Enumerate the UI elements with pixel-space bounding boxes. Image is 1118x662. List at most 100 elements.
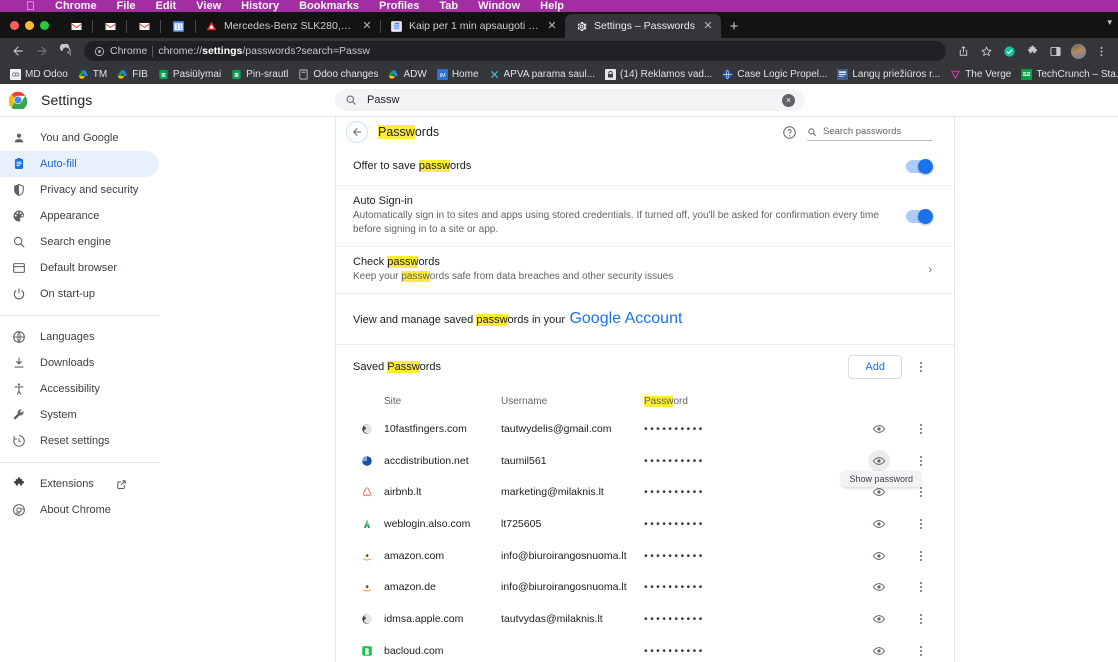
sidebar-item-privacy-and-security[interactable]: Privacy and security <box>0 177 159 203</box>
menu-item-chrome[interactable]: Chrome <box>55 1 97 12</box>
show-password-icon[interactable] <box>868 418 890 440</box>
show-password-icon[interactable] <box>868 513 890 535</box>
row-more-icon[interactable] <box>910 418 932 440</box>
menu-item-edit[interactable]: Edit <box>156 1 177 12</box>
sidebar-item-system[interactable]: System <box>0 402 159 428</box>
row-more-icon[interactable] <box>910 608 932 630</box>
close-window-button[interactable] <box>10 21 19 30</box>
menu-item-history[interactable]: History <box>241 1 279 12</box>
side-panel-icon[interactable] <box>1044 40 1066 62</box>
globe-dark-icon <box>361 423 373 435</box>
row-more-icon[interactable] <box>910 513 932 535</box>
saved-passwords-more-icon[interactable] <box>910 356 932 378</box>
sidebar-item-search-engine[interactable]: Search engine <box>0 229 159 255</box>
close-icon[interactable]: ✕ <box>701 19 715 33</box>
bookmark-langu-prieziura[interactable]: Langų priežiūros r... <box>833 67 944 82</box>
row-more-icon[interactable] <box>910 640 932 662</box>
apple-menu-icon[interactable]:  <box>26 1 35 12</box>
bookmark-md-odoo[interactable]: MD Odoo <box>6 67 72 82</box>
menu-item-window[interactable]: Window <box>478 1 520 12</box>
sidebar-item-you-and-google[interactable]: You and Google <box>0 125 159 151</box>
sidebar-item-languages[interactable]: Languages <box>0 324 159 350</box>
window-traffic-lights <box>8 12 59 38</box>
pinned-tabs: 31 <box>59 12 195 38</box>
show-password-icon[interactable] <box>868 640 890 662</box>
sidebar-item-default-browser[interactable]: Default browser <box>0 255 159 281</box>
minimize-window-button[interactable] <box>25 21 34 30</box>
auto-signin-toggle[interactable] <box>906 210 932 223</box>
sidebar-item-reset-settings[interactable]: Reset settings <box>0 428 159 454</box>
svg-text:IM: IM <box>439 72 446 78</box>
offer-to-save-toggle[interactable] <box>906 160 932 173</box>
tab-search-icon[interactable]: ▾ <box>1107 17 1112 28</box>
bookmark-case-logic[interactable]: Case Logic Propel... <box>718 67 831 82</box>
close-icon[interactable]: ✕ <box>545 19 559 33</box>
bookmark-pasiulymai[interactable]: Pasiūlymai <box>154 67 225 82</box>
bookmark-label: ADW <box>403 69 426 80</box>
menu-item-view[interactable]: View <box>196 1 221 12</box>
profile-avatar[interactable] <box>1067 40 1089 62</box>
gmail-pinned-tab-2[interactable] <box>93 14 127 38</box>
tab-article[interactable]: Kaip per 1 min apsaugoti savo ✕ <box>380 14 565 38</box>
menu-item-file[interactable]: File <box>117 1 136 12</box>
grammarly-extension-icon[interactable] <box>998 40 1020 62</box>
tab-settings-passwords[interactable]: Settings – Passwords ✕ <box>565 14 721 38</box>
table-row: bacloud.com •••••••••• <box>353 635 932 662</box>
back-button[interactable] <box>6 39 30 63</box>
menu-item-help[interactable]: Help <box>540 1 564 12</box>
sidebar-item-label: Languages <box>40 331 94 343</box>
sidebar-item-about-chrome[interactable]: About Chrome <box>0 497 159 523</box>
new-tab-button[interactable]: + <box>721 14 747 38</box>
tab-mercedes[interactable]: Mercedes-Benz SLK280, 3.0 l ✕ <box>195 14 380 38</box>
sidebar-item-auto-fill[interactable]: Auto-fill <box>0 151 159 177</box>
bookmark-pin-srautl[interactable]: Pin-srautl <box>227 67 292 82</box>
show-password-icon[interactable] <box>868 576 890 598</box>
row-more-icon[interactable] <box>910 576 932 598</box>
menu-item-bookmarks[interactable]: Bookmarks <box>299 1 359 12</box>
show-password-icon[interactable] <box>868 608 890 630</box>
bookmark-tm[interactable]: TM <box>74 67 111 82</box>
bookmark-home[interactable]: IM Home <box>433 67 483 82</box>
check-passwords-row[interactable]: Check passwords Keep your passwords safe… <box>336 247 954 294</box>
help-icon[interactable] <box>781 124 797 140</box>
sidebar-item-extensions[interactable]: Extensions <box>0 471 159 497</box>
sidebar-item-downloads[interactable]: Downloads <box>0 350 159 376</box>
forward-button[interactable] <box>30 39 54 63</box>
search-passwords-input[interactable]: Search passwords <box>807 124 932 141</box>
google-account-link[interactable]: Google Account <box>569 310 682 327</box>
row-more-icon[interactable] <box>910 545 932 567</box>
bookmark-odoo-changes[interactable]: Odoo changes <box>294 67 382 82</box>
address-bar[interactable]: Chrome chrome://settings/passwords?searc… <box>84 41 946 61</box>
bookmark-techcrunch[interactable]: TechCrunch – Sta... <box>1017 67 1118 82</box>
sidebar-item-accessibility[interactable]: Accessibility <box>0 376 159 402</box>
close-icon[interactable]: ✕ <box>360 19 374 33</box>
bookmark-the-verge[interactable]: The Verge <box>946 67 1015 82</box>
menu-item-tab[interactable]: Tab <box>439 1 458 12</box>
bookmark-fib[interactable]: FIB <box>113 67 152 82</box>
maximize-window-button[interactable] <box>40 21 49 30</box>
sidebar-item-appearance[interactable]: Appearance <box>0 203 159 229</box>
share-icon[interactable] <box>952 40 974 62</box>
gmail-pinned-tab-1[interactable] <box>59 14 93 38</box>
settings-content: Passwords Search passwords <box>167 117 1118 662</box>
bookmark-reklamos[interactable]: (14) Reklamos vad... <box>601 67 716 82</box>
back-button[interactable] <box>346 121 368 143</box>
extensions-puzzle-icon[interactable] <box>1021 40 1043 62</box>
bookmark-apva[interactable]: APVA parama saul... <box>485 67 600 82</box>
calendar-pinned-tab[interactable]: 31 <box>161 14 195 38</box>
show-password-icon[interactable] <box>868 545 890 567</box>
show-password-icon[interactable] <box>868 450 890 472</box>
clear-search-icon[interactable]: × <box>782 94 795 107</box>
eye-icon <box>872 454 886 468</box>
search-settings-input[interactable]: Passw × <box>335 89 805 111</box>
content-scrollbar[interactable] <box>1111 117 1118 662</box>
sidebar-item-on-start-up[interactable]: On start-up <box>0 281 159 307</box>
chrome-menu-icon[interactable] <box>1090 40 1112 62</box>
row-more-icon[interactable] <box>910 450 932 472</box>
gmail-pinned-tab-3[interactable] <box>127 14 161 38</box>
bookmark-adw[interactable]: ADW <box>384 67 430 82</box>
reload-button[interactable] <box>54 39 78 63</box>
add-password-button[interactable]: Add <box>848 355 902 379</box>
menu-item-profiles[interactable]: Profiles <box>379 1 419 12</box>
bookmark-star-icon[interactable] <box>975 40 997 62</box>
